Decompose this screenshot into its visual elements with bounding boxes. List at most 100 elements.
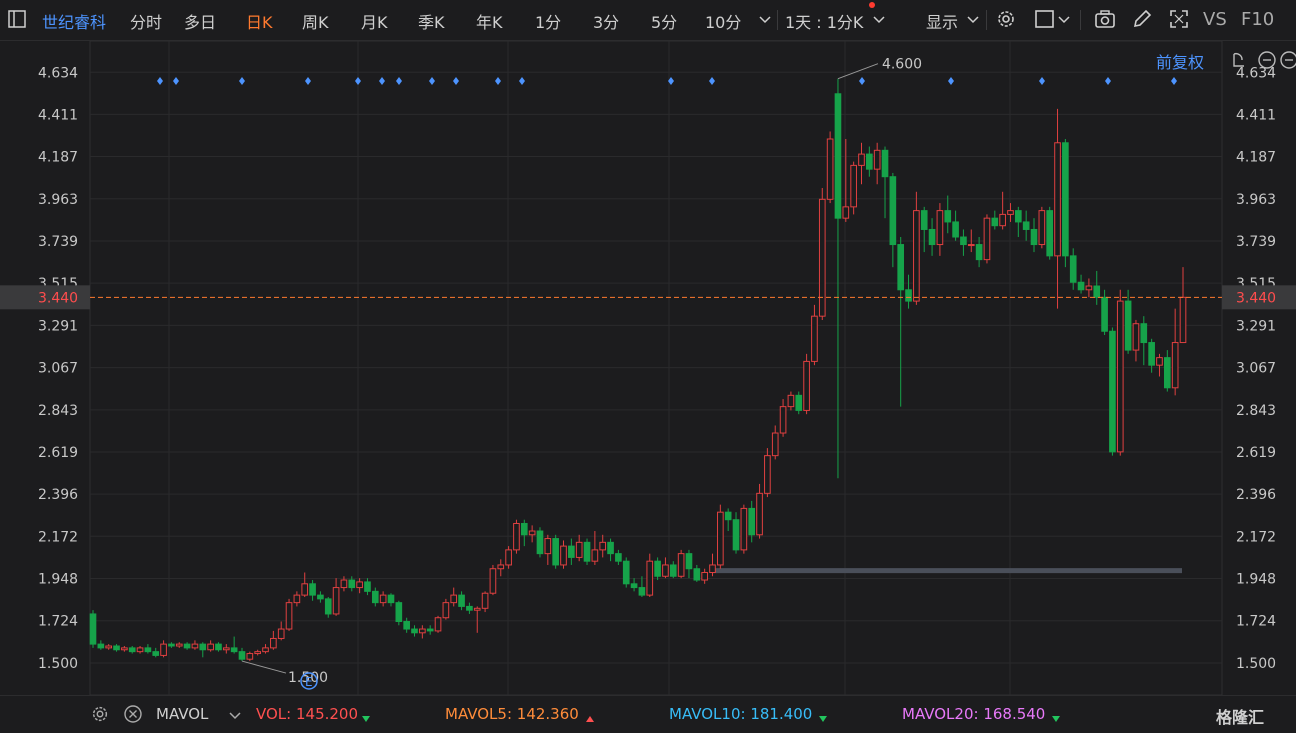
candle-body — [701, 571, 708, 581]
candle-body — [709, 564, 716, 573]
y-tick-label-right: 1.724 — [1236, 614, 1276, 630]
candle-body — [536, 530, 544, 555]
interval-select[interactable]: 1天 : 1分K — [785, 9, 863, 33]
y-tick-label-right: 3.739 — [1236, 234, 1276, 250]
candle-body — [724, 511, 732, 521]
candle-body — [324, 598, 332, 615]
zoom-in-icon[interactable] — [1280, 51, 1296, 69]
mavol10-value: MAVOL10: 181.400 — [669, 705, 813, 723]
candle-body — [662, 564, 669, 577]
adjust-mode-button[interactable]: 前复权 — [1156, 49, 1204, 73]
candle-body — [466, 605, 473, 611]
tab-3min[interactable]: 3分 — [593, 9, 619, 33]
indicator-name[interactable]: MAVOL — [156, 705, 208, 723]
candle-body — [583, 541, 591, 562]
gear-icon[interactable] — [90, 704, 110, 724]
event-diamond-marker — [355, 77, 361, 85]
undo-icon[interactable] — [1233, 52, 1244, 67]
tab-10min[interactable]: 10分 — [705, 9, 741, 33]
tab-yearly-k[interactable]: 年K — [476, 9, 503, 33]
candle-body — [1140, 323, 1148, 344]
candle-body — [1124, 300, 1132, 351]
candle-body — [246, 653, 254, 660]
chevron-down-icon[interactable] — [228, 708, 242, 722]
tab-intraday[interactable]: 分时 — [130, 9, 162, 33]
zoom-out-icon[interactable] — [1258, 51, 1276, 69]
event-e-marker-label: E — [305, 675, 313, 689]
pencil-icon[interactable] — [1131, 8, 1153, 30]
f10-button[interactable]: F10 — [1241, 9, 1274, 30]
candle-body — [1046, 210, 1054, 257]
candlestick-chart[interactable]: 4.634 4.6344.411 4.4114.187 4.1873.963 3.963… — [0, 41, 1296, 695]
candle-body — [1038, 210, 1046, 246]
candle-body — [575, 541, 583, 558]
candle-body — [1007, 210, 1014, 215]
candle-body — [1085, 285, 1093, 291]
candle-body — [285, 602, 293, 630]
divider — [986, 10, 987, 30]
tab-5min[interactable]: 5分 — [651, 9, 677, 33]
triangle-down-icon — [818, 709, 828, 722]
divider — [1080, 10, 1081, 30]
y-tick-label-left: 4.634 — [38, 65, 78, 81]
candle-body — [254, 651, 261, 655]
layout-icon[interactable] — [1034, 8, 1056, 30]
event-diamond-marker — [859, 77, 865, 85]
tab-daily-k[interactable]: 日K — [246, 9, 273, 33]
y-tick-label-left: 3.739 — [38, 234, 78, 250]
chevron-down-icon[interactable] — [966, 12, 980, 26]
vol-value: VOL: 145.200 — [256, 705, 359, 723]
candle-body — [489, 568, 497, 594]
y-tick-label-left: 2.396 — [38, 487, 78, 503]
fullscreen-icon[interactable] — [1168, 8, 1190, 30]
candle-body — [450, 594, 458, 604]
candle-body — [230, 647, 238, 653]
candle-body — [207, 643, 214, 651]
candle-body — [379, 594, 387, 604]
stock-name[interactable]: 世纪睿科 — [42, 9, 106, 33]
candle-body — [105, 645, 113, 649]
tab-multi-day[interactable]: 多日 — [184, 9, 216, 33]
divider — [777, 10, 778, 30]
candle-body — [403, 620, 410, 630]
tab-1min[interactable]: 1分 — [535, 9, 561, 33]
mavol5-value: MAVOL5: 142.360 — [445, 705, 579, 723]
y-tick-label-left: 1.500 — [38, 656, 78, 672]
close-icon[interactable] — [123, 704, 143, 724]
candle-body — [873, 149, 881, 170]
event-diamond-marker — [173, 77, 179, 85]
high-price-label: 4.600 — [882, 57, 922, 73]
sidebar-toggle-icon[interactable] — [8, 10, 26, 28]
candle-body — [850, 164, 857, 208]
tab-quarterly-k[interactable]: 季K — [418, 9, 445, 33]
chevron-down-icon[interactable] — [758, 12, 772, 26]
candle-body — [952, 221, 959, 238]
y-tick-label-left: 2.619 — [38, 445, 78, 461]
candle-body — [175, 643, 183, 647]
display-button[interactable]: 显示 — [926, 9, 958, 33]
y-tick-label-left: 4.411 — [38, 107, 78, 123]
vs-button[interactable]: VS — [1203, 9, 1227, 30]
chevron-down-icon[interactable] — [1057, 12, 1071, 26]
candle-body — [411, 628, 418, 634]
candle-body — [1069, 255, 1077, 283]
gear-icon[interactable] — [995, 8, 1017, 30]
candle-body — [654, 560, 661, 577]
y-tick-label-left: 2.172 — [38, 529, 78, 545]
chevron-down-icon[interactable] — [872, 12, 886, 26]
candle-body — [615, 553, 622, 562]
tab-weekly-k[interactable]: 周K — [302, 9, 329, 33]
tab-monthly-k[interactable]: 月K — [361, 9, 388, 33]
candle-body — [113, 645, 120, 651]
candle-body — [387, 594, 395, 604]
candle-body — [622, 560, 630, 585]
candle-body — [191, 643, 199, 649]
y-tick-label-left: 1.948 — [38, 572, 78, 588]
candle-body — [1109, 330, 1116, 453]
camera-icon[interactable] — [1094, 8, 1116, 30]
y-tick-label-right: 2.619 — [1236, 445, 1276, 461]
candle-body — [356, 581, 363, 589]
candle-body — [905, 289, 912, 302]
current-price-label-right: 3.440 — [1236, 290, 1276, 306]
candle-body — [599, 541, 607, 551]
